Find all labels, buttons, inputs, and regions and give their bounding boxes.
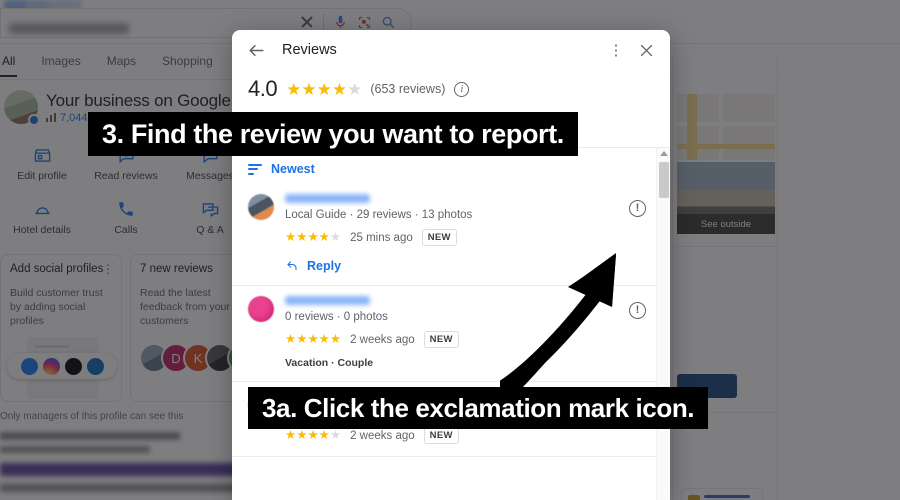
new-badge: NEW — [423, 427, 459, 444]
annotation-text: 3a. Click the exclamation mark icon. — [262, 392, 695, 423]
star-icon: ★ — [286, 79, 301, 99]
reviewer-meta: 0 reviews · 0 photos — [285, 311, 388, 323]
reviewer-meta: Local Guide · 29 reviews · 13 photos — [285, 209, 473, 221]
new-badge: NEW — [423, 331, 459, 348]
back-arrow-icon[interactable] — [244, 38, 268, 62]
review-timestamp: 25 mins ago — [350, 231, 413, 244]
annotation-text: 3. Find the review you want to report. — [102, 118, 564, 149]
rating-stars: ★ ★ ★ ★ ★ — [286, 79, 362, 99]
star-icon: ★ — [296, 230, 308, 245]
review-timestamp: 2 weeks ago — [350, 429, 415, 442]
exclamation-mark-icon[interactable]: ! — [629, 200, 646, 217]
screenshot-root: All Images Maps Shopping News Videos W Y… — [0, 0, 900, 500]
sort-icon — [248, 163, 262, 175]
star-icon: ★ — [285, 428, 297, 443]
sort-label: Newest — [271, 162, 315, 176]
rating-score: 4.0 — [248, 76, 278, 101]
star-icon: ★ — [307, 230, 319, 245]
reviewer-name[interactable] — [285, 296, 370, 305]
exclamation-mark-icon[interactable]: ! — [629, 302, 646, 319]
scroll-up-arrow-icon[interactable] — [660, 151, 668, 156]
avatar — [248, 296, 274, 322]
star-icon: ★ — [307, 332, 319, 347]
reply-label: Reply — [307, 259, 342, 273]
dialog-title: Reviews — [282, 42, 337, 58]
pointer-arrow — [500, 253, 616, 390]
star-icon: ★ — [296, 332, 308, 347]
review-rating-row: ★ ★ ★ ★ ★ 25 mins ago NEW — [285, 229, 654, 246]
star-icon: ★ — [316, 79, 332, 99]
star-icon: ★ — [307, 428, 319, 443]
star-icon: ★ — [318, 230, 330, 245]
info-icon[interactable]: i — [454, 81, 470, 97]
annotation-banner-step3a: 3a. Click the exclamation mark icon. — [248, 387, 709, 429]
star-icon: ★ — [329, 332, 342, 347]
star-icon: ★ — [329, 230, 342, 245]
review-stars: ★ ★ ★ ★ ★ — [285, 231, 341, 244]
rating-summary: 4.0 ★ ★ ★ ★ ★ (653 reviews) i — [232, 70, 670, 116]
annotation-banner-step3: 3. Find the review you want to report. — [88, 112, 578, 156]
review-rating-row: ★ ★ ★ ★ ★ 2 weeks ago NEW — [285, 427, 654, 444]
review-stars: ★ ★ ★ ★ ★ — [285, 333, 341, 346]
close-icon[interactable] — [634, 38, 658, 62]
star-icon: ★ — [301, 79, 316, 99]
reply-arrow-icon — [285, 260, 299, 272]
reviewer-name[interactable] — [285, 194, 370, 203]
review-count: (653 reviews) — [370, 82, 446, 96]
review-timestamp: 2 weeks ago — [350, 333, 415, 346]
dialog-header: Reviews ⋮ — [232, 30, 670, 70]
star-icon: ★ — [285, 230, 297, 245]
kebab-menu-icon[interactable]: ⋮ — [604, 38, 628, 62]
star-icon: ★ — [329, 428, 342, 443]
dialog-scrollbar[interactable] — [656, 148, 670, 500]
avatar — [248, 194, 274, 220]
new-badge: NEW — [421, 229, 457, 246]
star-icon: ★ — [318, 428, 330, 443]
reviewer-row: Local Guide · 29 reviews · 13 photos — [248, 194, 654, 221]
star-icon: ★ — [296, 428, 308, 443]
star-icon: ★ — [285, 332, 297, 347]
review-stars: ★ ★ ★ ★ ★ — [285, 429, 341, 442]
scrollbar-thumb[interactable] — [659, 162, 669, 198]
star-icon: ★ — [331, 79, 347, 99]
star-icon: ★ — [318, 332, 330, 347]
star-icon: ★ — [347, 79, 362, 99]
